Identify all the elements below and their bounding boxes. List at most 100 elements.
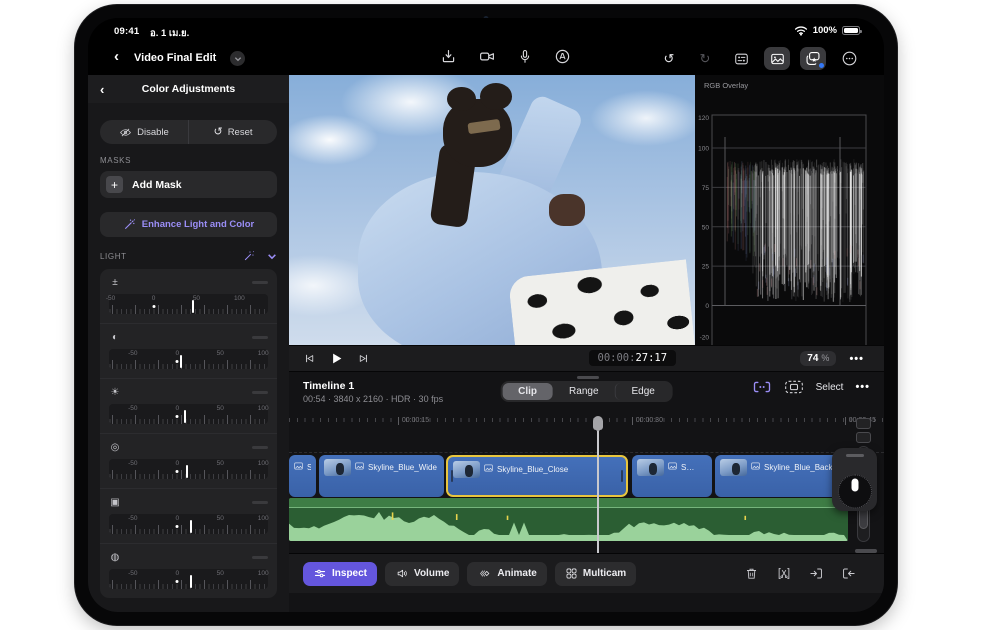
slider-brightness[interactable]: ☀-50050100 xyxy=(100,379,277,434)
timecode-display[interactable]: 00:00:27:17 xyxy=(589,350,677,366)
clip-name: Skyline_Blue_Wide xyxy=(368,463,437,472)
edit-mode-segmented-control: ClipRangeEdge xyxy=(500,381,673,402)
multicam-button[interactable]: Multicam xyxy=(555,562,636,586)
slider-exposure[interactable]: ± -50050100 xyxy=(100,269,277,324)
svg-text:50: 50 xyxy=(702,224,710,231)
slider-value[interactable] xyxy=(252,501,268,504)
track-height-button[interactable] xyxy=(856,418,871,429)
camera-icon[interactable] xyxy=(478,48,496,65)
slider-black-point[interactable]: ▣ -50050100 xyxy=(100,489,277,544)
mode-clip[interactable]: Clip xyxy=(502,383,553,400)
slider-scale[interactable]: -50050100 xyxy=(109,569,268,589)
insert-clip-button[interactable] xyxy=(809,566,824,581)
slider-contrast[interactable]: ◐-50050100 xyxy=(100,324,277,379)
svg-text:-20: -20 xyxy=(700,334,710,341)
mic-icon[interactable] xyxy=(517,48,533,65)
waveform-scope-plot: 1201007550250-20 xyxy=(695,75,884,345)
skip-back-icon[interactable] xyxy=(303,352,316,365)
jog-drag-bar[interactable] xyxy=(846,454,864,457)
slider-scale[interactable]: -50050100 xyxy=(109,459,268,479)
enhance-light-color-button[interactable]: Enhance Light and Color xyxy=(100,212,277,237)
disable-label: Disable xyxy=(137,127,169,138)
back-chevron-icon[interactable]: ‹ xyxy=(114,48,119,65)
timeline-clip[interactable]: Skyline_Blue_Background xyxy=(715,455,848,497)
rgb-overlay-scope: RGB Overlay 1201007550250-20 xyxy=(695,75,884,345)
slider-scale[interactable]: -50050100 xyxy=(109,404,268,424)
slider-value[interactable] xyxy=(252,391,268,394)
mode-edge[interactable]: Edge xyxy=(615,383,671,400)
image-icon xyxy=(484,464,493,472)
draw-icon[interactable] xyxy=(554,48,571,65)
viewer-zoom-button[interactable]: 74% xyxy=(800,351,836,366)
delete-button[interactable] xyxy=(744,566,759,581)
light-collapse-chevron-icon[interactable] xyxy=(267,253,277,260)
reset-label: Reset xyxy=(228,127,253,138)
black-point-icon: ▣ xyxy=(109,497,121,508)
clip-connections-icon[interactable] xyxy=(752,380,772,394)
svg-text:75: 75 xyxy=(702,185,710,192)
audio-track[interactable] xyxy=(289,498,848,541)
inspect-button[interactable]: Inspect xyxy=(303,562,377,586)
slider-scale[interactable]: -50050100 xyxy=(109,514,268,534)
timeline-header: Timeline 1 00:54 · 3840 x 2160 · HDR · 3… xyxy=(289,372,884,415)
ruler-timestamp: 00:00:15 xyxy=(398,417,429,425)
redo-button[interactable]: ↻ xyxy=(692,47,718,70)
select-tool-icon[interactable] xyxy=(784,380,804,394)
slider-value[interactable] xyxy=(252,446,268,449)
disable-button[interactable]: Disable xyxy=(100,120,189,144)
multicam-icon xyxy=(565,567,578,580)
overwrite-clip-button[interactable] xyxy=(841,566,856,581)
add-mask-button[interactable]: + Add Mask xyxy=(100,171,277,198)
effects-icon[interactable] xyxy=(800,47,826,70)
play-button[interactable] xyxy=(329,351,344,366)
slider-shadows[interactable]: ◍-50050100 xyxy=(100,544,277,598)
image-icon xyxy=(751,462,760,470)
magic-wand-icon xyxy=(123,218,136,231)
video-preview[interactable] xyxy=(289,75,695,345)
clip-name: Sk… xyxy=(307,463,311,472)
battery-icon xyxy=(842,26,860,35)
timeline-ruler[interactable]: 00:00:1500:00:3000:00:45 xyxy=(289,415,884,438)
blade-cut-button[interactable] xyxy=(776,566,792,581)
timeline-clip[interactable]: Skyline_Blue_Wide xyxy=(319,455,444,497)
reset-button[interactable]: ↺ Reset xyxy=(189,120,277,144)
timeline-clip[interactable]: Sk… xyxy=(289,455,316,497)
timeline-clip[interactable]: Skyline_Blue_Close xyxy=(446,455,628,497)
jog-wheel-panel[interactable] xyxy=(832,448,877,511)
timeline-more-icon[interactable]: ••• xyxy=(855,381,870,393)
volume-icon xyxy=(395,567,409,580)
exposure-icon: ± xyxy=(109,277,121,288)
adjustments-panel-icon[interactable] xyxy=(728,47,754,70)
skip-forward-icon[interactable] xyxy=(357,352,370,365)
import-icon[interactable] xyxy=(440,48,457,65)
mode-range[interactable]: Range xyxy=(553,383,614,400)
track-height-button[interactable] xyxy=(856,432,871,443)
clock: 09:41 xyxy=(114,26,139,37)
slider-scale[interactable]: -50050100 xyxy=(109,294,268,314)
lane-guide xyxy=(289,452,884,453)
jog-dial[interactable] xyxy=(838,474,872,508)
light-section-header: LIGHT xyxy=(100,250,277,262)
volume-button[interactable]: Volume xyxy=(385,562,459,586)
slider-value[interactable] xyxy=(252,336,268,339)
panel-title: Color Adjustments xyxy=(142,83,236,95)
timeline-section: Timeline 1 00:54 · 3840 x 2160 · HDR · 3… xyxy=(289,372,884,612)
playhead-handle[interactable] xyxy=(593,416,603,430)
slider-value[interactable] xyxy=(252,281,268,284)
undo-button[interactable]: ↺ xyxy=(656,47,682,70)
animate-button[interactable]: Animate xyxy=(467,562,546,586)
more-options-icon[interactable] xyxy=(836,47,862,70)
slider-scale[interactable]: -50050100 xyxy=(109,349,268,369)
viewer-more-icon[interactable]: ••• xyxy=(849,353,864,365)
title-chevron-down-icon[interactable] xyxy=(230,51,245,66)
color-adjustments-panel: ‹ Color Adjustments Disable ↺ Reset MASK… xyxy=(88,75,289,612)
media-browser-icon[interactable] xyxy=(764,47,790,70)
light-wand-icon[interactable] xyxy=(243,250,255,262)
timeline-clip[interactable]: S… xyxy=(632,455,712,497)
reset-icon: ↺ xyxy=(213,127,222,138)
select-label[interactable]: Select xyxy=(816,382,844,393)
image-icon xyxy=(668,462,677,470)
slider-highlights[interactable]: ◎-50050100 xyxy=(100,434,277,489)
panel-back-chevron-icon[interactable]: ‹ xyxy=(100,82,104,97)
slider-value[interactable] xyxy=(252,556,268,559)
